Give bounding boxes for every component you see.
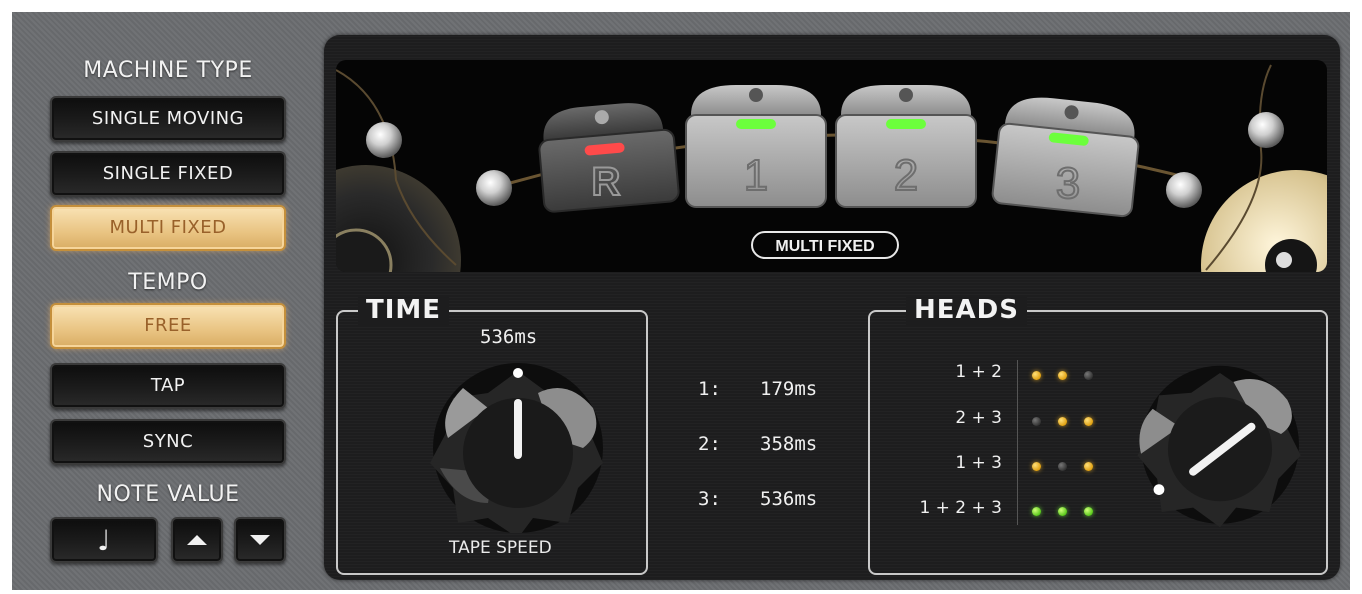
tape-speed-label: TAPE SPEED — [449, 538, 552, 558]
heads-knob[interactable] — [1130, 355, 1310, 530]
heads-row-label: 2 + 3 — [955, 408, 1002, 428]
tape-display: R 1 2 3 MULTI FIXED — [336, 60, 1327, 272]
head-led-amber — [1058, 371, 1067, 380]
head-3-label: 3 — [1056, 159, 1080, 208]
head-led-amber — [1084, 462, 1093, 471]
head-1-label: 1 — [744, 151, 768, 200]
head-led-amber — [1084, 417, 1093, 426]
quarter-note-icon: ♩ — [97, 524, 111, 557]
guide-roller-1 — [366, 122, 402, 158]
head-led-green — [1084, 507, 1093, 516]
tap-1-label: 1: — [698, 378, 721, 400]
tape-speed-knob[interactable] — [418, 353, 618, 533]
arrow-down-icon — [250, 535, 270, 545]
tap-1-value: 179ms — [760, 378, 818, 400]
sync-button[interactable]: SYNC — [50, 419, 286, 465]
head-led-green — [1058, 507, 1067, 516]
arrow-up-icon — [187, 535, 207, 545]
machine-type-title: MACHINE TYPE — [83, 58, 253, 83]
heads-title: HEADS — [906, 295, 1027, 325]
free-button[interactable]: FREE — [50, 303, 286, 349]
note-value-up-button[interactable] — [171, 517, 223, 563]
head-led-amber — [1032, 462, 1041, 471]
tap-button[interactable]: TAP — [50, 363, 286, 409]
echo-plugin-window: MACHINE TYPE SINGLE MOVING SINGLE FIXED … — [12, 12, 1350, 590]
note-value-down-button[interactable] — [234, 517, 286, 563]
head-led-off — [1058, 462, 1067, 471]
head-led-amber — [1032, 371, 1041, 380]
heads-row-label: 1 + 2 + 3 — [919, 498, 1002, 518]
main-panel: R 1 2 3 MULTI FIXED TIME 536ms TAPE SPEE… — [324, 35, 1340, 580]
tap-3-label: 3: — [698, 488, 721, 510]
head-led-amber — [1058, 417, 1067, 426]
guide-roller-2 — [476, 170, 512, 206]
single-moving-button[interactable]: SINGLE MOVING — [50, 96, 286, 142]
head-led-off — [1084, 371, 1093, 380]
tape-transport-graphic: R 1 2 3 MULTI FIXED — [336, 64, 1327, 272]
multi-fixed-button[interactable]: MULTI FIXED — [50, 205, 286, 251]
heads-divider — [1017, 360, 1018, 525]
time-value: 536ms — [480, 326, 538, 348]
guide-roller-4 — [1248, 112, 1284, 148]
note-value-title: NOTE VALUE — [96, 482, 240, 507]
head-led-off — [1032, 417, 1041, 426]
heads-row-label: 1 + 3 — [955, 453, 1002, 473]
time-title: TIME — [358, 295, 450, 325]
tap-2-value: 358ms — [760, 433, 818, 455]
head-led-green — [1032, 507, 1041, 516]
head-r-label: R — [592, 160, 621, 204]
heads-row-label: 1 + 2 — [955, 362, 1002, 382]
mode-badge: MULTI FIXED — [775, 238, 874, 255]
tempo-title: TEMPO — [128, 270, 208, 295]
tap-2-label: 2: — [698, 433, 721, 455]
head-2-label: 2 — [894, 151, 918, 200]
note-value-button[interactable]: ♩ — [50, 517, 158, 563]
guide-roller-3 — [1166, 172, 1202, 208]
tap-3-value: 536ms — [760, 488, 818, 510]
single-fixed-button[interactable]: SINGLE FIXED — [50, 151, 286, 197]
